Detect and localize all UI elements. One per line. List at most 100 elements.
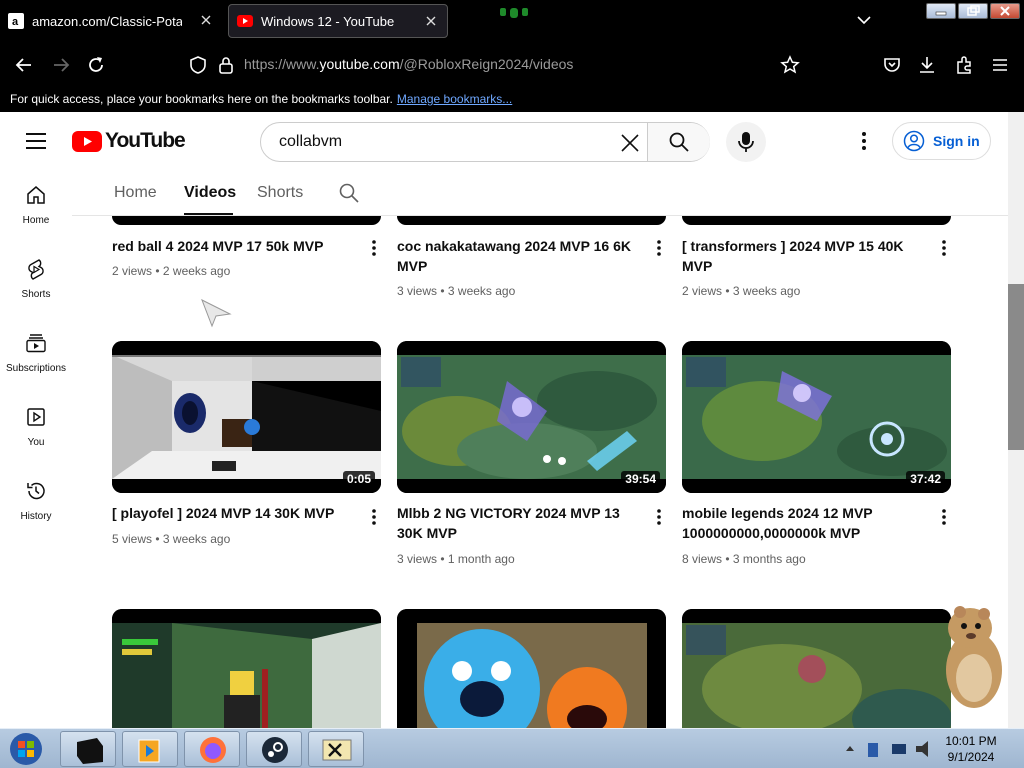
video-meta: 3 views • 1 month ago: [397, 552, 515, 566]
voice-search-button[interactable]: [726, 122, 766, 162]
reload-icon[interactable]: [85, 54, 107, 76]
video-thumbnail[interactable]: [397, 609, 666, 728]
search-button[interactable]: [647, 123, 710, 161]
decorative-glow-icon: [500, 8, 528, 18]
sign-in-button[interactable]: Sign in: [892, 122, 991, 160]
video-thumbnail[interactable]: [112, 216, 381, 225]
video-title[interactable]: mobile legends 2024 12 MVP 1000000000,00…: [682, 503, 920, 543]
chevron-down-icon[interactable]: [856, 14, 872, 26]
video-menu-icon[interactable]: [649, 507, 669, 527]
video-thumbnail[interactable]: 39:54: [397, 341, 666, 493]
video-thumbnail[interactable]: [682, 216, 951, 225]
roblox-thumbnail-image: [112, 609, 381, 728]
video-title[interactable]: coc nakakatawang 2024 MVP 16 6K MVP: [397, 236, 635, 276]
close-tab-icon[interactable]: [198, 12, 214, 28]
video-title[interactable]: [ transformers ] 2024 MVP 15 40K MVP: [682, 236, 920, 276]
clear-search-icon[interactable]: [619, 132, 641, 154]
upload-age: 1 month ago: [447, 552, 515, 566]
close-tab-icon[interactable]: [423, 13, 439, 29]
video-menu-icon[interactable]: [364, 238, 384, 258]
url-host: youtube.com: [319, 56, 400, 72]
video-thumbnail[interactable]: [112, 609, 381, 728]
url-path: /@RobloxReign2024/videos: [399, 56, 574, 72]
channel-tabs: Home Videos Shorts: [72, 170, 1008, 216]
youtube-logo[interactable]: YouTube: [72, 129, 186, 152]
close-window-button[interactable]: [990, 3, 1020, 19]
download-icon[interactable]: [916, 54, 938, 76]
lock-icon[interactable]: [215, 54, 237, 76]
meta-separator: •: [725, 284, 730, 298]
view-count: 2 views: [682, 284, 723, 298]
minimize-button[interactable]: [926, 3, 956, 19]
video-title[interactable]: Mlbb 2 NG VICTORY 2024 MVP 13 30K MVP: [397, 503, 635, 543]
tab-amazon[interactable]: a amazon.com/Classic-Potato-Fa: [8, 4, 218, 38]
firefox-icon: [200, 737, 226, 763]
tab-home[interactable]: Home: [114, 184, 157, 202]
forward-icon[interactable]: [50, 54, 72, 76]
manage-bookmarks-link[interactable]: Manage bookmarks...: [397, 92, 512, 106]
upload-age: 3 weeks ago: [447, 284, 516, 298]
upload-age: 3 weeks ago: [732, 284, 801, 298]
upload-age: 3 months ago: [732, 552, 806, 566]
search-value: collabvm: [279, 133, 343, 150]
video-menu-icon[interactable]: [934, 238, 954, 258]
video-thumbnail[interactable]: 37:42: [682, 341, 951, 493]
taskbar-clock[interactable]: 10:01 PM 9/1/2024: [940, 733, 1002, 765]
taskbar-app-media[interactable]: [122, 731, 178, 767]
taskbar-app-cube[interactable]: [60, 731, 116, 767]
more-options-icon[interactable]: [852, 129, 876, 153]
video-meta: 5 views • 3 weeks ago: [112, 532, 230, 546]
cube-app-icon: [77, 738, 103, 764]
video-menu-icon[interactable]: [364, 507, 384, 527]
video-title[interactable]: [ playofel ] 2024 MVP 14 30K MVP: [112, 503, 350, 523]
video-thumbnail[interactable]: [682, 609, 951, 728]
url-bar[interactable]: https://www.youtube.com/@RobloxReign2024…: [244, 56, 573, 72]
meta-separator: •: [440, 284, 445, 298]
video-title[interactable]: red ball 4 2024 MVP 17 50k MVP: [112, 236, 350, 256]
mobile-legends-thumbnail-image: [682, 609, 951, 728]
start-button[interactable]: [4, 731, 48, 767]
taskbar-app-hxd[interactable]: [308, 731, 364, 767]
search-input[interactable]: collabvm: [260, 122, 710, 162]
tab-videos[interactable]: Videos: [184, 184, 236, 202]
shield-icon[interactable]: [187, 54, 209, 76]
hamster-sticker-icon: [946, 606, 1002, 708]
star-icon[interactable]: [779, 54, 801, 76]
mouse-cursor-icon: [201, 298, 232, 328]
video-thumbnail[interactable]: 0:05: [112, 341, 381, 493]
system-tray-icons[interactable]: [840, 737, 936, 761]
channel-search-icon[interactable]: [338, 182, 360, 204]
clock-date: 9/1/2024: [947, 750, 995, 764]
taskbar-app-steam[interactable]: [246, 731, 302, 767]
video-menu-icon[interactable]: [649, 238, 669, 258]
steam-icon: [262, 737, 288, 763]
taskbar-app-firefox[interactable]: [184, 731, 240, 767]
search-icon: [669, 132, 689, 152]
back-icon[interactable]: [13, 54, 35, 76]
youtube-page: YouTube collabvm Sign in Home Shorts Sub…: [0, 112, 1024, 728]
meta-separator: •: [440, 552, 445, 566]
scrollbar-thumb[interactable]: [1008, 284, 1024, 450]
restore-button[interactable]: [958, 3, 988, 19]
youtube-logo-text: YouTube: [105, 129, 186, 152]
youtube-icon: [237, 13, 253, 29]
microphone-icon: [738, 132, 754, 152]
view-count: 3 views: [397, 284, 438, 298]
video-duration: 0:05: [342, 471, 375, 487]
url-prefix: https://www.: [244, 56, 320, 72]
media-player-icon: [138, 739, 160, 763]
extensions-icon[interactable]: [953, 54, 975, 76]
view-count: 3 views: [397, 552, 438, 566]
bookmarks-hint: For quick access, place your bookmarks h…: [10, 92, 393, 106]
menu-icon[interactable]: [989, 54, 1011, 76]
video-menu-icon[interactable]: [934, 507, 954, 527]
windows-taskbar: 10:01 PM 9/1/2024: [0, 728, 1024, 768]
pocket-icon[interactable]: [881, 54, 903, 76]
tab-shorts[interactable]: Shorts: [257, 184, 303, 202]
hamburger-menu-icon[interactable]: [24, 131, 48, 151]
clock-time: 10:01 PM: [945, 734, 997, 748]
tab-youtube[interactable]: Windows 12 - YouTube: [228, 4, 448, 38]
meta-separator: •: [155, 264, 160, 278]
browser-nav-bar: https://www.youtube.com/@RobloxReign2024…: [0, 42, 1024, 88]
video-thumbnail[interactable]: [397, 216, 666, 225]
